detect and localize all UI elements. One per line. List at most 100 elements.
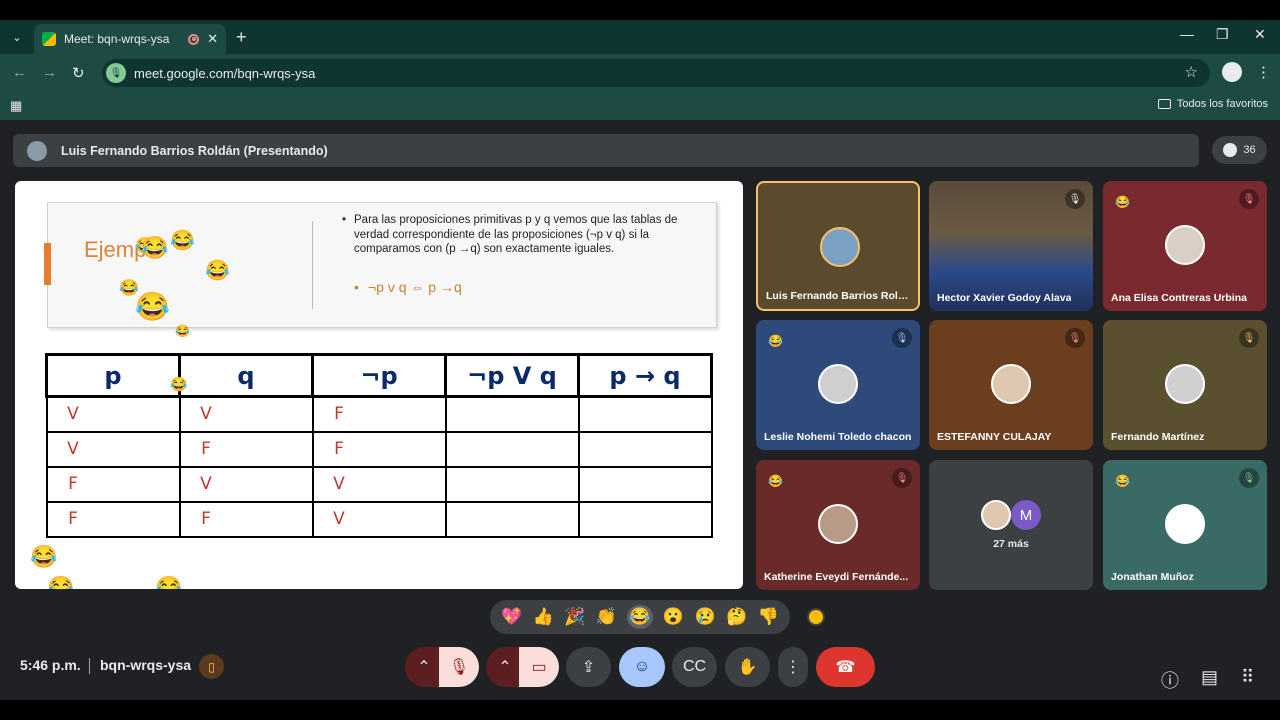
participant-tile[interactable]: 😂 🎙 Jonathan Muñoz [1103, 460, 1267, 590]
muted-icon: 🎙 [1239, 468, 1259, 488]
participant-name: ESTEFANNY CULAJAY [937, 431, 1052, 443]
reaction-laugh-icon: 😂 [1115, 195, 1130, 209]
cell-value: F [68, 474, 78, 494]
participant-tile[interactable]: 🎙 Fernando Martínez [1103, 320, 1267, 450]
table-cell [577, 465, 713, 503]
floating-laugh-icon: 😂 [175, 324, 190, 338]
clock: 5:46 p.m. [20, 657, 81, 673]
reaction-surprised-button[interactable]: 😮 [663, 607, 684, 627]
presenter-avatar [27, 140, 47, 161]
tab-title: Meet: bqn-wrqs-ysa [64, 32, 170, 46]
cell-value: F [201, 509, 211, 529]
reaction-party-button[interactable]: 🎉 [564, 607, 585, 627]
new-tab-icon[interactable]: + [236, 27, 247, 48]
floating-laugh-icon: 😂 [47, 575, 75, 590]
muted-icon: 🎙 [1065, 189, 1085, 209]
participant-avatar [981, 500, 1011, 530]
tab-search-icon[interactable]: ⌄ [6, 26, 28, 48]
participant-avatar [1165, 225, 1205, 265]
meeting-info-icon[interactable]: ⓘ [1161, 667, 1179, 693]
skin-tone-button[interactable] [807, 608, 825, 626]
table-row: V V F [45, 395, 713, 433]
audio-options-button[interactable]: ⌃ [405, 647, 443, 687]
table-header-cell: q [178, 353, 314, 398]
close-window-icon[interactable]: ✕ [1254, 26, 1266, 43]
captions-button[interactable]: CC [672, 647, 717, 687]
cell-value: V [333, 474, 345, 494]
table-cell: V [45, 395, 181, 433]
participant-tile[interactable]: 😂 🎙 Ana Elisa Contreras Urbina [1103, 181, 1267, 311]
browser-tab[interactable]: Meet: bqn-wrqs-ysa ✕ [34, 24, 226, 54]
participants-button[interactable]: 36 [1212, 136, 1267, 164]
people-icon [1223, 143, 1238, 157]
cell-value: V [333, 509, 345, 529]
table-header-cell: ¬p [311, 353, 447, 398]
reaction-thumbs-down-button[interactable]: 👎 [758, 607, 779, 627]
participant-name: Ana Elisa Contreras Urbina [1111, 292, 1247, 304]
floating-laugh-icon: 😂 [170, 376, 188, 392]
table-cell [577, 500, 713, 538]
all-bookmarks[interactable]: Todos los favoritos [1157, 98, 1268, 110]
browser-menu-icon[interactable]: ⋮ [1256, 63, 1271, 81]
reaction-thumbs-up-button[interactable]: 👍 [533, 607, 554, 627]
table-cell: V [311, 465, 447, 503]
table-cell: V [178, 395, 314, 433]
address-bar[interactable]: 🎙 meet.google.com/bqn-wrqs-ysa ☆ [102, 59, 1210, 87]
leave-call-button[interactable]: ☎ [816, 647, 875, 687]
close-tab-icon[interactable]: ✕ [207, 31, 218, 47]
shared-screen: Ejemp Para las proposiciones primitivas … [15, 181, 743, 589]
table-cell: F [311, 395, 447, 433]
mic-off-button[interactable]: 🎙 [439, 647, 479, 687]
muted-icon: 🎙 [892, 468, 912, 488]
back-icon[interactable]: ← [12, 64, 27, 81]
table-header-cell: p → q [577, 353, 713, 398]
more-participants-tile[interactable]: M 27 más [929, 460, 1093, 590]
forward-icon[interactable]: → [42, 64, 57, 81]
divider [312, 221, 313, 309]
slide-formula: ¬p v q ⇔ p →q [354, 279, 462, 295]
bookmark-star-icon[interactable]: ☆ [1185, 63, 1198, 81]
table-cell: V [45, 430, 181, 468]
reaction-heart-button[interactable]: 💖 [501, 607, 522, 627]
reaction-laugh-button[interactable]: 😂 [627, 605, 653, 629]
participant-avatar [1165, 364, 1205, 404]
table-row: V F F [45, 430, 713, 468]
reaction-clap-button[interactable]: 👏 [596, 607, 617, 627]
participant-name: Katherine Eveydi Fernánde... [764, 571, 909, 583]
all-bookmarks-label: Todos los favoritos [1176, 98, 1268, 110]
host-controls-icon[interactable]: ▯ [199, 654, 224, 679]
restore-icon[interactable]: ❐ [1216, 26, 1229, 43]
present-screen-button[interactable]: ⇪ [566, 647, 611, 687]
participant-avatar [818, 364, 858, 404]
table-cell [444, 465, 580, 503]
browser-toolbar: ← → ↻ 🎙 meet.google.com/bqn-wrqs-ysa ☆ ⋮ [0, 54, 1280, 92]
cell-value: F [334, 404, 344, 425]
participant-tile[interactable]: 😂 🎙 Leslie Nohemi Toledo chacon [756, 320, 920, 450]
participant-tile[interactable]: 🎙 ESTEFANNY CULAJAY [929, 320, 1093, 450]
emoji-reactions-button[interactable]: ☺ [619, 647, 665, 687]
participant-tile[interactable]: 🎙 Hector Xavier Godoy Alava [929, 181, 1093, 311]
participant-avatar [818, 504, 858, 544]
participant-tile[interactable]: 😂 🎙 Katherine Eveydi Fernánde... [756, 460, 920, 590]
floating-laugh-icon: 😂 [141, 235, 169, 260]
cell-value: V [67, 404, 79, 425]
chat-icon[interactable]: ▤ [1201, 667, 1218, 688]
presenter-bar: Luis Fernando Barrios Roldán (Presentand… [13, 134, 1199, 167]
camera-off-button[interactable]: ▭ [519, 647, 559, 687]
minimize-icon[interactable]: — [1180, 26, 1194, 42]
raise-hand-button[interactable]: ✋ [725, 647, 770, 687]
participant-name: Luis Fernando Barrios Roldán [766, 290, 914, 302]
reaction-thinking-button[interactable]: 🤔 [726, 607, 747, 627]
reaction-sad-button[interactable]: 😢 [694, 607, 715, 627]
participant-tile[interactable]: Luis Fernando Barrios Roldán [756, 181, 920, 311]
profile-avatar[interactable] [1222, 62, 1242, 82]
participant-avatar [1165, 504, 1205, 544]
activities-icon[interactable]: ⠿ [1241, 667, 1254, 688]
reload-icon[interactable]: ↻ [72, 64, 85, 82]
more-participants-label: 27 más [993, 538, 1029, 550]
mic-site-icon[interactable]: 🎙 [106, 63, 126, 83]
recording-icon [188, 33, 200, 45]
more-options-button[interactable]: ⋮ [778, 647, 808, 687]
floating-laugh-icon: 😂 [205, 260, 230, 282]
apps-grid-icon[interactable]: ▦ [10, 98, 22, 114]
